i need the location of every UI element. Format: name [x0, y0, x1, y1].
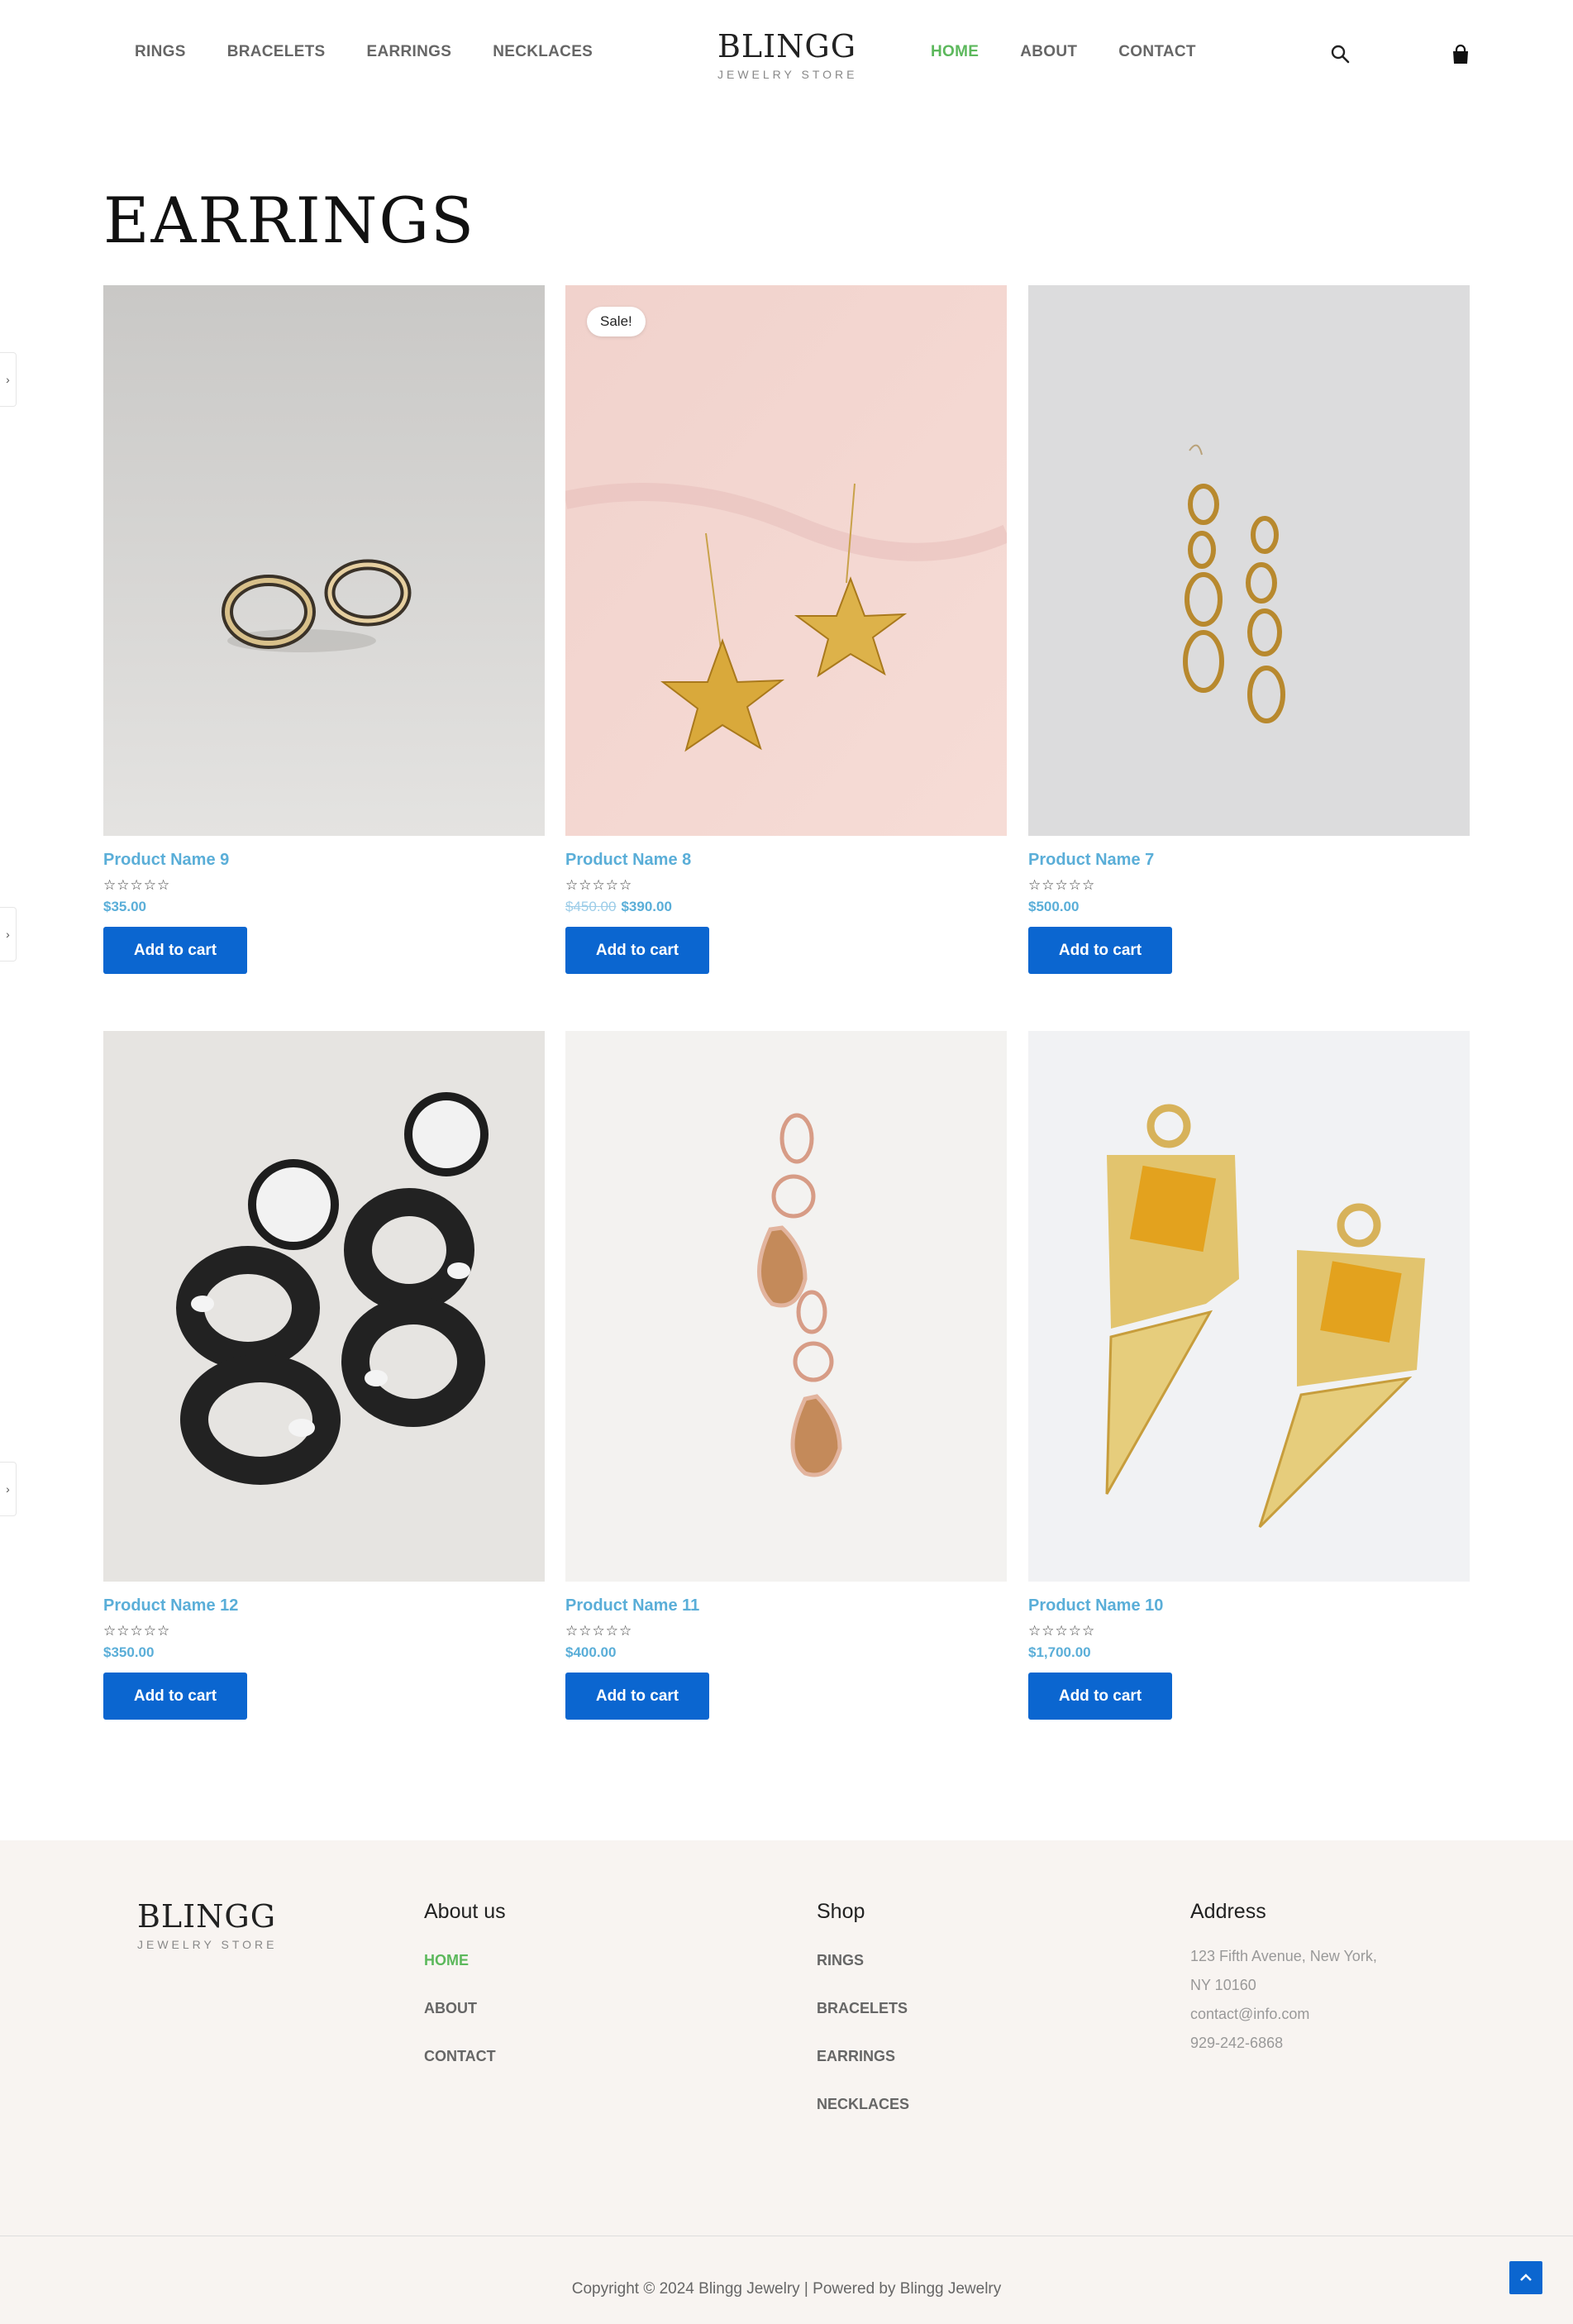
price-current: $1,700.00	[1028, 1644, 1091, 1660]
product-price: $350.00	[103, 1644, 545, 1661]
product-price: $400.00	[565, 1644, 1007, 1661]
product-image[interactable]	[565, 1031, 1007, 1582]
footer-link-earrings[interactable]: EARRINGS	[817, 2048, 909, 2065]
copyright-text: Copyright © 2024 Blingg Jewelry | Powere…	[571, 2280, 1002, 2298]
nav-about[interactable]: ABOUT	[1020, 43, 1077, 61]
add-to-cart-button[interactable]: Add to cart	[1028, 927, 1172, 974]
rating-stars: ☆☆☆☆☆	[103, 1623, 171, 1639]
footer-address: 123 Fifth Avenue, New York, NY 10160 con…	[1190, 1942, 1377, 2058]
product-image[interactable]	[1028, 285, 1470, 836]
product-card: Product Name 7 ☆☆☆☆☆ $500.00 Add to cart	[1028, 285, 1470, 974]
product-price: $1,700.00	[1028, 1644, 1470, 1661]
add-to-cart-button[interactable]: Add to cart	[103, 927, 247, 974]
product-image[interactable]	[103, 1031, 545, 1582]
address-line-1: 123 Fifth Avenue, New York,	[1190, 1948, 1377, 1964]
add-to-cart-button[interactable]: Add to cart	[1028, 1673, 1172, 1720]
site-logo[interactable]: BLINGG JEWELRY STORE	[717, 28, 858, 81]
site-header: RINGS BRACELETS EARRINGS NECKLACES BLING…	[0, 0, 1573, 112]
footer-shop-column: Shop RINGS BRACELETS EARRINGS NECKLACES	[817, 1900, 909, 2144]
price-current: $390.00	[621, 899, 672, 914]
footer-email[interactable]: contact@info.com	[1190, 2000, 1377, 2029]
rating-stars: ☆☆☆☆☆	[103, 877, 171, 893]
footer-link-home[interactable]: HOME	[424, 1952, 506, 1969]
logo-title: BLINGG	[717, 28, 857, 64]
price-original: $450.00	[565, 899, 617, 914]
footer-logo-subtitle: JEWELRY STORE	[137, 1938, 278, 1951]
add-to-cart-button[interactable]: Add to cart	[103, 1673, 247, 1720]
price-current: $350.00	[103, 1644, 155, 1660]
product-price: $35.00	[103, 899, 545, 915]
chevron-right-icon: ›	[6, 1482, 10, 1496]
product-name[interactable]: Product Name 12	[103, 1596, 545, 1615]
rating-stars: ☆☆☆☆☆	[565, 877, 633, 893]
side-panel-toggle[interactable]: ›	[0, 1462, 17, 1516]
product-price: $500.00	[1028, 899, 1470, 915]
footer-logo[interactable]: BLINGG JEWELRY STORE	[137, 1898, 277, 1951]
rating-stars: ☆☆☆☆☆	[565, 1623, 633, 1639]
product-price: $450.00 $390.00	[565, 899, 1007, 915]
nav-rings[interactable]: RINGS	[135, 43, 186, 61]
rose-gold-drop-earrings-image	[565, 1031, 1007, 1582]
add-to-cart-button[interactable]: Add to cart	[565, 1673, 709, 1720]
chevron-right-icon: ›	[6, 928, 10, 941]
rating-stars: ☆☆☆☆☆	[1028, 1623, 1096, 1639]
marble-hoop-earrings-image	[103, 1031, 545, 1582]
back-to-top-button[interactable]	[1509, 2261, 1542, 2294]
logo-subtitle: JEWELRY STORE	[717, 68, 858, 81]
chevron-right-icon: ›	[6, 373, 10, 386]
product-card: Product Name 11 ☆☆☆☆☆ $400.00 Add to car…	[565, 1031, 1007, 1720]
drop-earrings-image	[1028, 285, 1470, 836]
citrine-horn-earrings-image	[1028, 1031, 1470, 1582]
footer-link-rings[interactable]: RINGS	[817, 1952, 909, 1969]
nav-earrings[interactable]: EARRINGS	[367, 43, 452, 61]
footer-address-title: Address	[1190, 1900, 1266, 1923]
search-icon[interactable]	[1329, 43, 1352, 66]
footer-link-about[interactable]: ABOUT	[424, 2000, 506, 2017]
main-nav-right: HOME ABOUT CONTACT	[931, 43, 1196, 61]
footer-address-column: Address 123 Fifth Avenue, New York, NY 1…	[1190, 1900, 1377, 2058]
product-name[interactable]: Product Name 7	[1028, 851, 1470, 870]
price-current: $500.00	[1028, 899, 1080, 914]
product-card: Sale! Product Name 8 ☆☆☆☆☆ $450.00 $390.0…	[565, 285, 1007, 974]
add-to-cart-button[interactable]: Add to cart	[565, 927, 709, 974]
product-name[interactable]: Product Name 8	[565, 851, 1007, 870]
hoop-earrings-image	[103, 285, 545, 836]
footer-about-title: About us	[424, 1900, 506, 1923]
page-title: EARRINGS	[103, 184, 476, 257]
product-name[interactable]: Product Name 10	[1028, 1596, 1470, 1615]
rating-stars: ☆☆☆☆☆	[1028, 877, 1096, 893]
price-current: $35.00	[103, 899, 146, 914]
product-card: Product Name 12 ☆☆☆☆☆ $350.00 Add to car…	[103, 1031, 545, 1720]
footer-shop-title: Shop	[817, 1900, 865, 1923]
nav-home[interactable]: HOME	[931, 43, 979, 61]
product-card: Product Name 10 ☆☆☆☆☆ $1,700.00 Add to c…	[1028, 1031, 1470, 1720]
shopping-bag-icon[interactable]	[1449, 43, 1472, 66]
product-card: Product Name 9 ☆☆☆☆☆ $35.00 Add to cart	[103, 285, 545, 974]
footer-about-column: About us HOME ABOUT CONTACT	[424, 1900, 506, 2096]
nav-bracelets[interactable]: BRACELETS	[227, 43, 326, 61]
footer-link-contact[interactable]: CONTACT	[424, 2048, 506, 2065]
side-panel-toggle[interactable]: ›	[0, 907, 17, 962]
sale-badge: Sale!	[587, 307, 646, 336]
footer-link-bracelets[interactable]: BRACELETS	[817, 2000, 909, 2017]
product-image[interactable]: Sale!	[565, 285, 1007, 836]
footer-logo-title: BLINGG	[137, 1898, 277, 1935]
product-name[interactable]: Product Name 9	[103, 851, 545, 870]
nav-necklaces[interactable]: NECKLACES	[493, 43, 593, 61]
footer-link-necklaces[interactable]: NECKLACES	[817, 2096, 909, 2113]
nav-contact[interactable]: CONTACT	[1118, 43, 1196, 61]
side-panel-toggle[interactable]: ›	[0, 352, 17, 407]
chevron-up-icon	[1520, 2274, 1532, 2281]
product-image[interactable]	[1028, 1031, 1470, 1582]
price-current: $400.00	[565, 1644, 617, 1660]
star-earrings-image	[565, 285, 1007, 836]
product-image[interactable]	[103, 285, 545, 836]
footer-phone[interactable]: 929-242-6868	[1190, 2029, 1377, 2058]
main-nav-left: RINGS BRACELETS EARRINGS NECKLACES	[135, 43, 593, 61]
address-line-2: NY 10160	[1190, 1977, 1256, 1993]
site-footer: BLINGG JEWELRY STORE About us HOME ABOUT…	[0, 1840, 1573, 2324]
product-name[interactable]: Product Name 11	[565, 1596, 1007, 1615]
